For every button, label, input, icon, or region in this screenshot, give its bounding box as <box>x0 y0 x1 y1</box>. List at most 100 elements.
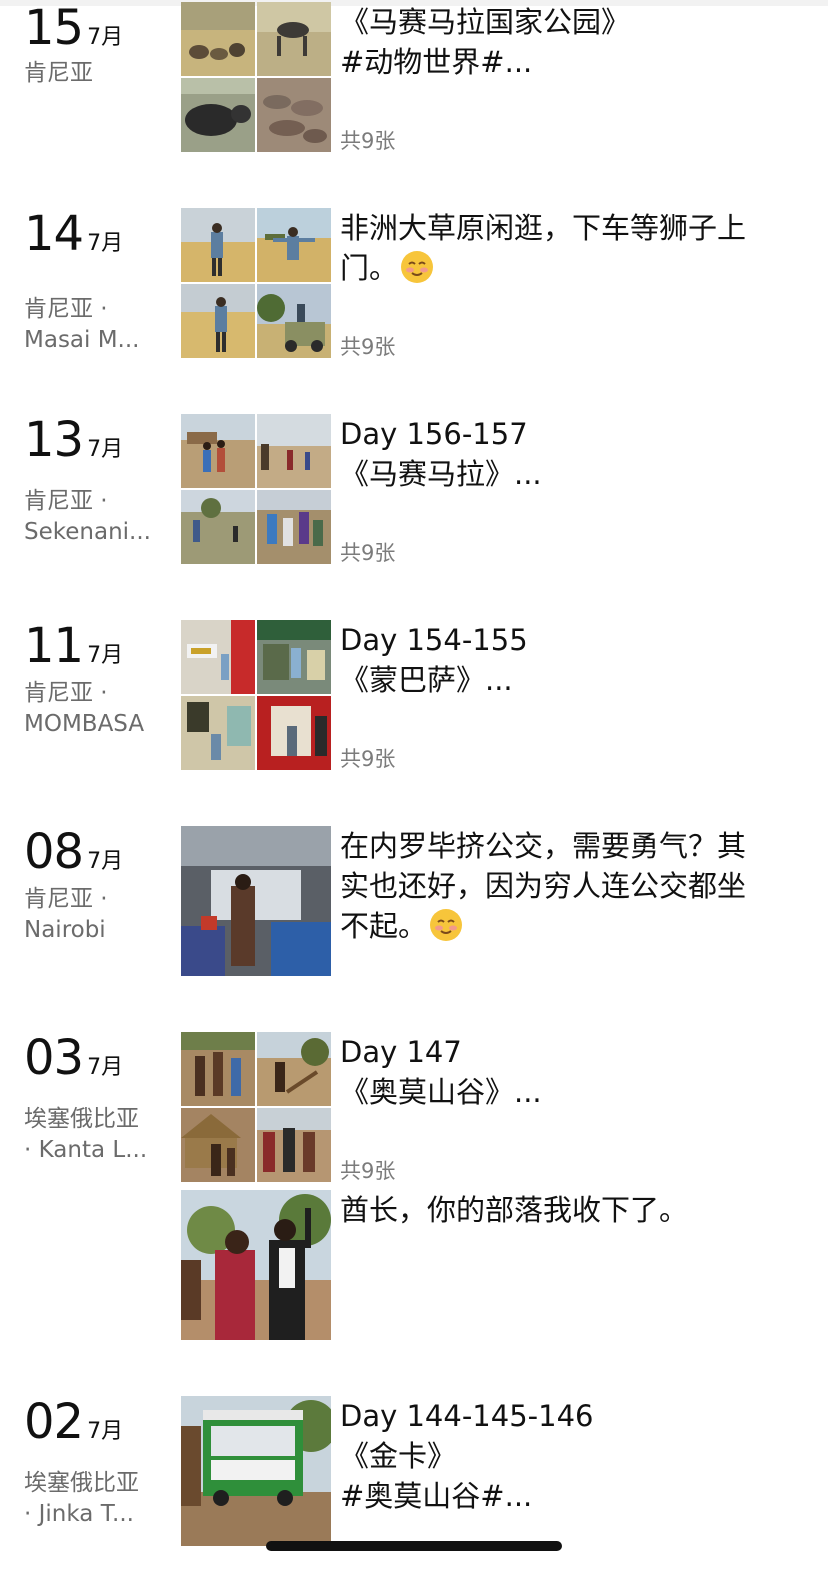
photo-grid[interactable] <box>181 1396 331 1546</box>
location-line: Nairobi <box>24 917 106 943</box>
text-line: #动物世界#... <box>340 45 533 79</box>
text-line: 不起。 <box>340 906 802 946</box>
text-line-content: 门。 <box>340 251 399 285</box>
entry-location: 埃塞俄比亚 · Kanta L... <box>24 1104 166 1166</box>
grassland-walking-photo[interactable] <box>181 284 255 358</box>
photo-grid[interactable] <box>181 2 331 152</box>
entry-text[interactable]: Day 144-145-146 《金卡》 #奥莫山谷#... <box>340 1396 802 1516</box>
entry-date: 08 7月 <box>24 828 123 876</box>
entry-date: 13 7月 <box>24 416 123 464</box>
photo-grid[interactable] <box>181 1032 331 1182</box>
entry-day: 08 <box>24 824 84 880</box>
entry-month: 7月 <box>87 25 124 50</box>
entry-location: 肯尼亚 · Masai M... <box>24 294 166 356</box>
entry-sub-text[interactable]: 酋长，你的部落我收下了。 <box>340 1190 802 1230</box>
location-line: Sekenani... <box>24 519 151 545</box>
entry-location: 肯尼亚 · Sekenani... <box>24 486 166 548</box>
entry-month: 7月 <box>87 437 124 462</box>
entry-text[interactable]: Day 147 《奥莫山谷》... <box>340 1032 802 1112</box>
location-line: 肯尼亚 · <box>24 680 108 706</box>
location-line: 肯尼亚 · <box>24 296 108 322</box>
entry-text[interactable]: 非洲大草原闲逛，下车等狮子上 门。 <box>340 208 802 288</box>
location-line: 埃塞俄比亚 <box>24 1106 139 1132</box>
red-store-photo[interactable] <box>257 696 331 770</box>
painted-wall-photo[interactable] <box>181 696 255 770</box>
text-line: Day 144-145-146 <box>340 1399 594 1433</box>
entry-date: 15 7月 <box>24 4 123 52</box>
location-line: 埃塞俄比亚 <box>24 1470 139 1496</box>
text-line: 非洲大草原闲逛，下车等狮子上 <box>340 211 747 245</box>
village-path-photo[interactable] <box>181 490 255 564</box>
hut-children-photo[interactable] <box>181 1108 255 1182</box>
text-line: #奥莫山谷#... <box>340 1479 533 1513</box>
entry-month: 7月 <box>87 231 124 256</box>
photo-grid[interactable] <box>181 414 331 564</box>
text-line: 在内罗毕挤公交，需要勇气？其 <box>340 829 747 863</box>
home-indicator[interactable] <box>266 1541 562 1551</box>
entry-month: 7月 <box>87 1055 124 1080</box>
text-line: Day 154-155 <box>340 623 528 657</box>
text-line: Day 156-157 <box>340 417 528 451</box>
location-line: 肯尼亚 · <box>24 886 108 912</box>
photo-grid[interactable] <box>181 208 331 358</box>
photo-grid[interactable] <box>181 1190 331 1340</box>
photo-grid[interactable] <box>181 826 331 976</box>
entry-text[interactable]: Day 156-157 《马赛马拉》... <box>340 414 802 494</box>
location-line: 肯尼亚 · <box>24 488 108 514</box>
photo-grid[interactable] <box>181 620 331 770</box>
buffalo-photo[interactable] <box>181 78 255 152</box>
text-line: 《马赛马拉》... <box>340 457 542 491</box>
text-line: 实也还好，因为穷人连公交都坐 <box>340 869 747 903</box>
location-line: Masai M... <box>24 327 140 353</box>
photo-count: 共9张 <box>340 129 396 153</box>
children-group-photo[interactable] <box>257 490 331 564</box>
text-line: 《蒙巴萨》... <box>340 663 513 697</box>
entry-day: 15 <box>24 0 84 56</box>
entry-location: 肯尼亚 · Nairobi <box>24 884 166 946</box>
entry-date: 14 7月 <box>24 210 123 258</box>
tribe-village-photo[interactable] <box>257 1032 331 1106</box>
text-line-content: 不起。 <box>340 909 428 943</box>
tribe-kids-photo[interactable] <box>181 1032 255 1106</box>
text-line: 酋长，你的部落我收下了。 <box>340 1193 689 1227</box>
entry-location: 肯尼亚 <box>24 58 166 89</box>
entry-day: 02 <box>24 1394 84 1450</box>
text-line: 《马赛马拉国家公园》 <box>340 5 631 39</box>
entry-date: 02 7月 <box>24 1398 123 1446</box>
text-line: 《奥莫山谷》... <box>340 1075 542 1109</box>
entry-location: 肯尼亚 · MOMBASA <box>24 678 166 740</box>
shop-sign-photo[interactable] <box>181 620 255 694</box>
savanna-animals-photo[interactable] <box>181 2 255 76</box>
grassland-arms-out-photo[interactable] <box>257 208 331 282</box>
marabou-stork-photo[interactable] <box>257 2 331 76</box>
street-shop-photo[interactable] <box>257 620 331 694</box>
location-line: 肯尼亚 <box>24 60 93 86</box>
entry-month: 7月 <box>87 1419 124 1444</box>
entry-day: 03 <box>24 1030 84 1086</box>
entry-day: 11 <box>24 618 84 674</box>
chief-portrait-photo[interactable] <box>181 1190 331 1340</box>
herd-photo[interactable] <box>257 78 331 152</box>
photo-count: 共9张 <box>340 541 396 565</box>
entry-day: 14 <box>24 206 84 262</box>
tribe-group-photo[interactable] <box>257 1108 331 1182</box>
safari-jeep-photo[interactable] <box>257 284 331 358</box>
location-line: · Jinka T... <box>24 1501 134 1527</box>
green-bus-photo[interactable] <box>181 1396 331 1546</box>
entry-text[interactable]: 在内罗毕挤公交，需要勇气？其 实也还好，因为穷人连公交都坐 不起。 <box>340 826 802 946</box>
grassland-person-photo[interactable] <box>181 208 255 282</box>
entry-date: 03 7月 <box>24 1034 123 1082</box>
smiling-face-emoji <box>430 909 463 941</box>
bus-interior-photo[interactable] <box>181 826 331 976</box>
text-line: 《金卡》 <box>340 1439 457 1473</box>
photo-count: 共9张 <box>340 1159 396 1183</box>
text-line: 门。 <box>340 248 802 288</box>
entry-text[interactable]: Day 154-155 《蒙巴萨》... <box>340 620 802 700</box>
entry-text[interactable]: 《马赛马拉国家公园》 #动物世界#... <box>340 2 802 82</box>
photo-count: 共9张 <box>340 335 396 359</box>
entry-location: 埃塞俄比亚 · Jinka T... <box>24 1468 166 1530</box>
village-road-photo[interactable] <box>257 414 331 488</box>
entry-month: 7月 <box>87 643 124 668</box>
entry-date: 11 7月 <box>24 622 123 670</box>
village-kids-photo[interactable] <box>181 414 255 488</box>
